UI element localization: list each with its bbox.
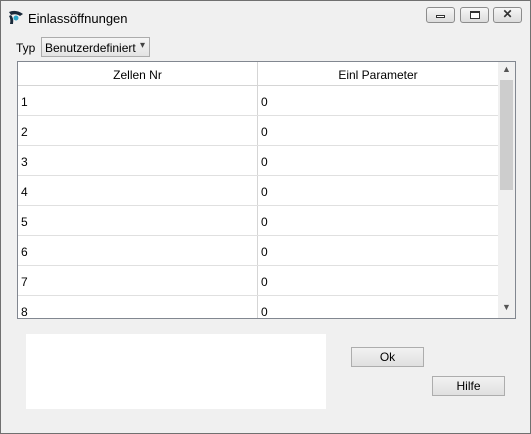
typ-dropdown[interactable]: Benutzerdefiniert ▾ <box>41 37 150 57</box>
cell-einl-parameter[interactable]: 0 <box>261 305 268 318</box>
table-row[interactable]: 2 0 <box>18 116 498 146</box>
dialog-window: Einlassöffnungen ✕ Typ Benutzerdefiniert… <box>0 0 531 434</box>
scroll-up-icon[interactable]: ▲ <box>498 64 515 78</box>
ok-button[interactable]: Ok <box>351 347 424 367</box>
cell-einl-parameter[interactable]: 0 <box>261 275 268 289</box>
table-row[interactable]: 7 0 <box>18 266 498 296</box>
table-row[interactable]: 3 0 <box>18 146 498 176</box>
cell-einl-parameter[interactable]: 0 <box>261 155 268 169</box>
cell-einl-parameter[interactable]: 0 <box>261 185 268 199</box>
column-header-einl-parameter[interactable]: Einl Parameter <box>258 68 498 82</box>
vertical-scrollbar[interactable]: ▲ ▼ <box>498 62 515 318</box>
title-bar[interactable]: Einlassöffnungen ✕ <box>1 1 530 31</box>
cell-einl-parameter[interactable]: 0 <box>261 95 268 109</box>
table-row[interactable]: 4 0 <box>18 176 498 206</box>
typ-label: Typ <box>16 41 36 55</box>
column-header-zellen-nr[interactable]: Zellen Nr <box>18 68 257 82</box>
cell-zellen-nr[interactable]: 7 <box>21 275 28 289</box>
app-logo-icon <box>9 10 23 24</box>
close-button[interactable]: ✕ <box>493 7 522 23</box>
maximize-icon <box>470 11 480 19</box>
typ-selected-value: Benutzerdefiniert <box>45 41 136 55</box>
cell-zellen-nr[interactable]: 3 <box>21 155 28 169</box>
close-icon: ✕ <box>502 7 513 21</box>
table-row[interactable]: 6 0 <box>18 236 498 266</box>
message-area <box>26 334 326 409</box>
cell-zellen-nr[interactable]: 6 <box>21 245 28 259</box>
table-row[interactable]: 1 0 <box>18 86 498 116</box>
scrollbar-thumb[interactable] <box>500 80 513 190</box>
cell-einl-parameter[interactable]: 0 <box>261 245 268 259</box>
help-button[interactable]: Hilfe <box>432 376 505 396</box>
minimize-button[interactable] <box>426 7 455 23</box>
cell-einl-parameter[interactable]: 0 <box>261 125 268 139</box>
parameter-grid[interactable]: Zellen Nr Einl Parameter 1 0 2 0 3 0 4 0… <box>17 61 516 319</box>
minimize-icon <box>436 15 445 18</box>
cell-zellen-nr[interactable]: 4 <box>21 185 28 199</box>
cell-zellen-nr[interactable]: 2 <box>21 125 28 139</box>
chevron-down-icon: ▾ <box>139 40 145 51</box>
maximize-button[interactable] <box>460 7 489 23</box>
cell-zellen-nr[interactable]: 1 <box>21 95 28 109</box>
grid-header: Zellen Nr Einl Parameter <box>18 62 498 86</box>
table-row[interactable]: 8 0 <box>18 296 498 318</box>
table-row[interactable]: 5 0 <box>18 206 498 236</box>
cell-zellen-nr[interactable]: 5 <box>21 215 28 229</box>
cell-zellen-nr[interactable]: 8 <box>21 305 28 318</box>
scroll-down-icon[interactable]: ▼ <box>498 302 515 316</box>
window-title: Einlassöffnungen <box>28 11 128 26</box>
cell-einl-parameter[interactable]: 0 <box>261 215 268 229</box>
